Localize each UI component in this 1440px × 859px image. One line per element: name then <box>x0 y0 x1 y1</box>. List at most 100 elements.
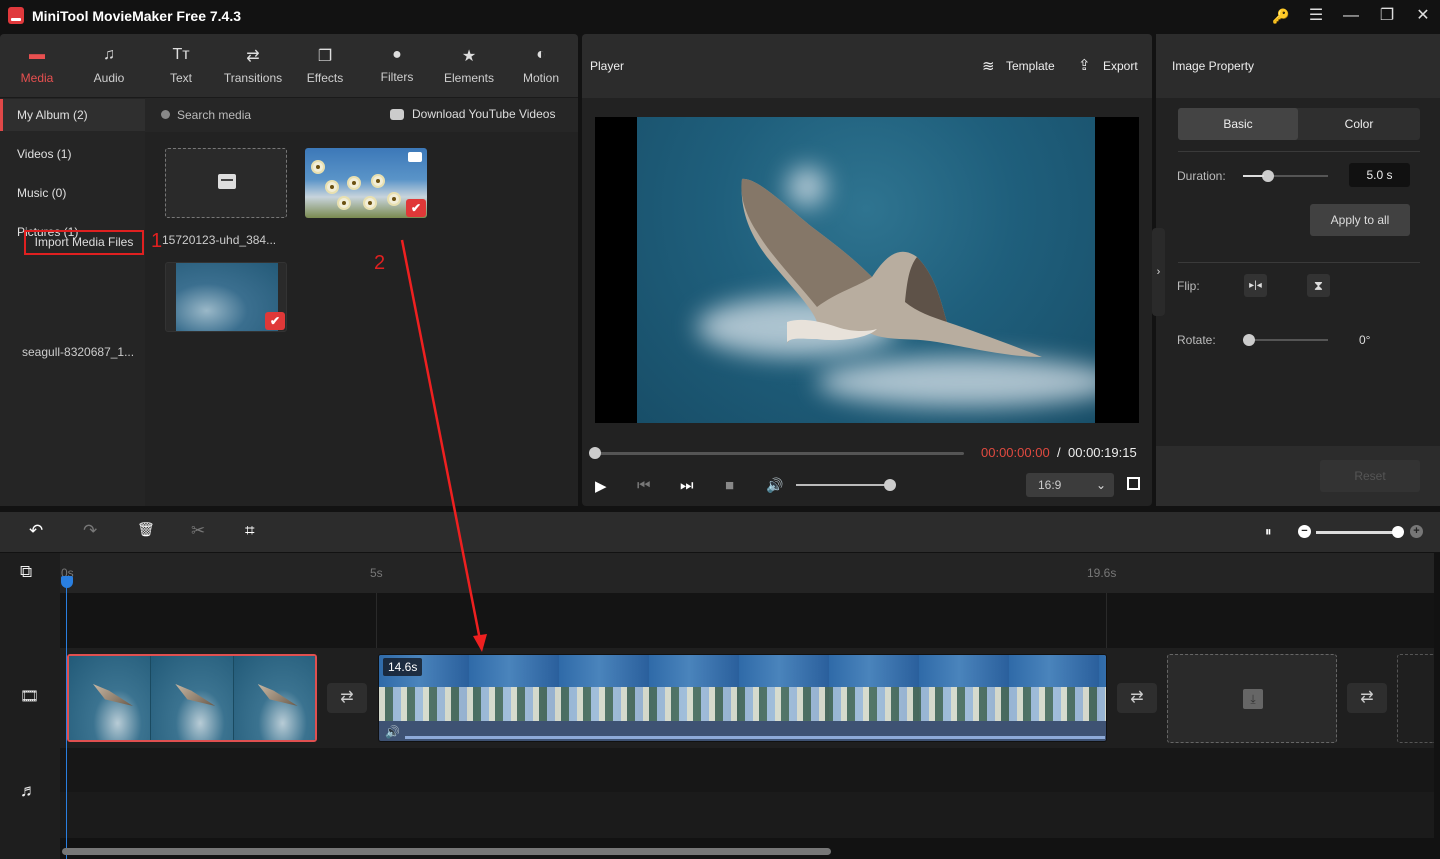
collapse-panel-button[interactable]: › <box>1152 228 1165 316</box>
rotate-handle[interactable] <box>1243 334 1255 346</box>
zoom-in-button[interactable]: + <box>1410 525 1423 538</box>
clip-frame <box>151 656 234 740</box>
template-button[interactable]: Template <box>1006 59 1055 73</box>
sidebar-item-videos[interactable]: Videos (1) <box>0 138 145 170</box>
rotate-value: 0° <box>1359 333 1371 347</box>
cut-button[interactable]: ✂ <box>191 521 205 541</box>
tab-label: Effects <box>306 71 344 85</box>
media-item-name: seagull-8320687_1... <box>22 345 135 359</box>
tab-color[interactable]: Color <box>1299 108 1419 140</box>
annotation-step-1: 1 <box>151 230 163 252</box>
clip-volume-icon[interactable]: 🔊 <box>385 725 400 739</box>
close-icon[interactable]: ✕ <box>1413 6 1433 26</box>
drop-media-slot[interactable] <box>1397 654 1434 743</box>
tab-filters[interactable]: ● Filters <box>361 34 433 98</box>
crop-button[interactable]: ⌗ <box>245 521 255 541</box>
clip-audio-waveform <box>405 736 1105 739</box>
audio-track <box>60 748 1434 838</box>
time-separator: / <box>1057 445 1061 460</box>
chevron-down-icon: ⌄ <box>1095 478 1106 492</box>
download-youtube-button[interactable]: Download YouTube Videos <box>412 107 555 121</box>
menu-icon[interactable]: ☰ <box>1306 6 1326 26</box>
tab-audio[interactable]: ♫ Audio <box>73 34 145 98</box>
thumbnail-detail <box>339 198 349 208</box>
import-media-label[interactable]: Import Media Files <box>24 230 144 255</box>
aspect-ratio-select[interactable]: 16:9 ⌄ <box>1026 473 1114 497</box>
sidebar-item-music[interactable]: Music (0) <box>0 177 145 209</box>
transition-slot-button[interactable]: ⇄ <box>1347 683 1387 713</box>
video-track-icon: 🎞 <box>20 688 40 705</box>
tab-label: Transitions <box>223 71 283 85</box>
media-item-image[interactable]: ✔ <box>165 262 287 332</box>
tab-transitions[interactable]: ⇄ Transitions <box>217 34 289 98</box>
fullscreen-icon[interactable] <box>1127 477 1140 490</box>
transition-slot-button[interactable]: ⇄ <box>1117 683 1157 713</box>
playhead-handle[interactable] <box>61 576 73 588</box>
volume-slider[interactable] <box>796 479 896 491</box>
media-panel: ▬ Media ♫ Audio Tт Text ⇄ Transitions ❐ Effec… <box>0 34 578 506</box>
rotate-slider[interactable] <box>1243 334 1328 346</box>
seek-handle[interactable] <box>589 447 601 459</box>
tab-label: Media <box>20 71 54 85</box>
layers-icon: ≋ <box>982 58 995 75</box>
property-footer: Reset <box>1156 446 1440 506</box>
undo-button[interactable]: ↶ <box>29 521 43 541</box>
thumbnail-detail <box>389 194 399 204</box>
tab-text[interactable]: Tт Text <box>145 34 217 98</box>
timeline-zoom-slider[interactable] <box>1316 526 1404 538</box>
timeline-clip-image[interactable] <box>67 654 317 742</box>
export-button[interactable]: Export <box>1103 59 1138 73</box>
media-item-video[interactable]: ✔ <box>305 148 427 218</box>
stop-button[interactable]: ■ <box>725 477 734 494</box>
minimize-icon[interactable]: — <box>1341 6 1361 26</box>
previous-frame-button[interactable]: ⏮ <box>637 477 651 494</box>
timeline-scrollbar[interactable] <box>62 848 831 855</box>
transition-slot-button[interactable]: ⇄ <box>327 683 367 713</box>
folder-icon <box>218 174 236 189</box>
next-frame-button[interactable]: ⏭ <box>680 477 694 494</box>
volume-handle[interactable] <box>884 479 896 491</box>
play-button[interactable]: ▶ <box>595 477 607 495</box>
tab-effects[interactable]: ❐ Effects <box>289 34 361 98</box>
import-media-tile[interactable] <box>165 148 287 218</box>
zoom-out-button[interactable]: − <box>1298 525 1311 538</box>
clip-frames-detail <box>379 687 1106 721</box>
duration-slider[interactable] <box>1243 170 1328 182</box>
seagull-thumbnail <box>176 263 278 331</box>
player-header: Player ≋ Template ⇪ Export <box>582 34 1152 98</box>
tab-elements[interactable]: ★ Elements <box>433 34 505 98</box>
preview-screen <box>595 117 1139 423</box>
redo-button[interactable]: ↷ <box>83 521 97 541</box>
total-time: 00:00:19:15 <box>1068 445 1137 460</box>
flip-vertical-button[interactable]: ⧗ <box>1307 274 1330 297</box>
search-input[interactable]: Search media <box>177 108 251 122</box>
key-icon[interactable]: 🔑 <box>1271 6 1291 26</box>
elements-icon: ★ <box>461 48 477 65</box>
zoom-handle[interactable] <box>1392 526 1404 538</box>
reset-button[interactable]: Reset <box>1320 460 1420 492</box>
duration-input[interactable]: 5.0 s <box>1349 163 1410 187</box>
volume-icon[interactable]: 🔊 <box>766 477 783 494</box>
property-header: Image Property <box>1156 34 1440 98</box>
audio-track-icon: ♬ <box>20 781 37 800</box>
rotate-label: Rotate: <box>1177 333 1216 347</box>
flip-horizontal-button[interactable]: ▸|◂ <box>1244 274 1267 297</box>
seek-bar[interactable] <box>589 447 964 459</box>
player-title: Player <box>590 59 625 73</box>
tab-motion[interactable]: ◐ Motion <box>505 34 577 98</box>
drop-media-slot[interactable]: ⤓ <box>1167 654 1337 743</box>
restore-icon[interactable]: ❐ <box>1377 6 1397 26</box>
tab-label: Motion <box>522 71 560 85</box>
app-logo-icon <box>8 7 24 24</box>
delete-button[interactable]: 🗑 <box>137 521 155 538</box>
timeline-clip-video[interactable]: 14.6s 🔊 <box>378 654 1107 742</box>
tab-media[interactable]: ▬ Media <box>1 34 73 98</box>
clip-frame <box>233 656 315 740</box>
apply-to-all-button[interactable]: Apply to all <box>1310 204 1410 236</box>
tab-basic[interactable]: Basic <box>1178 108 1298 140</box>
add-track-icon[interactable]: ⧉ <box>20 562 32 582</box>
fit-timeline-icon[interactable]: ⏸ <box>1265 524 1277 539</box>
media-grid: ✔ ✔ <box>145 132 578 506</box>
sidebar-item-my-album[interactable]: My Album (2) <box>0 99 145 131</box>
timeline-ruler[interactable]: 0s 5s 19.6s <box>60 553 1434 593</box>
